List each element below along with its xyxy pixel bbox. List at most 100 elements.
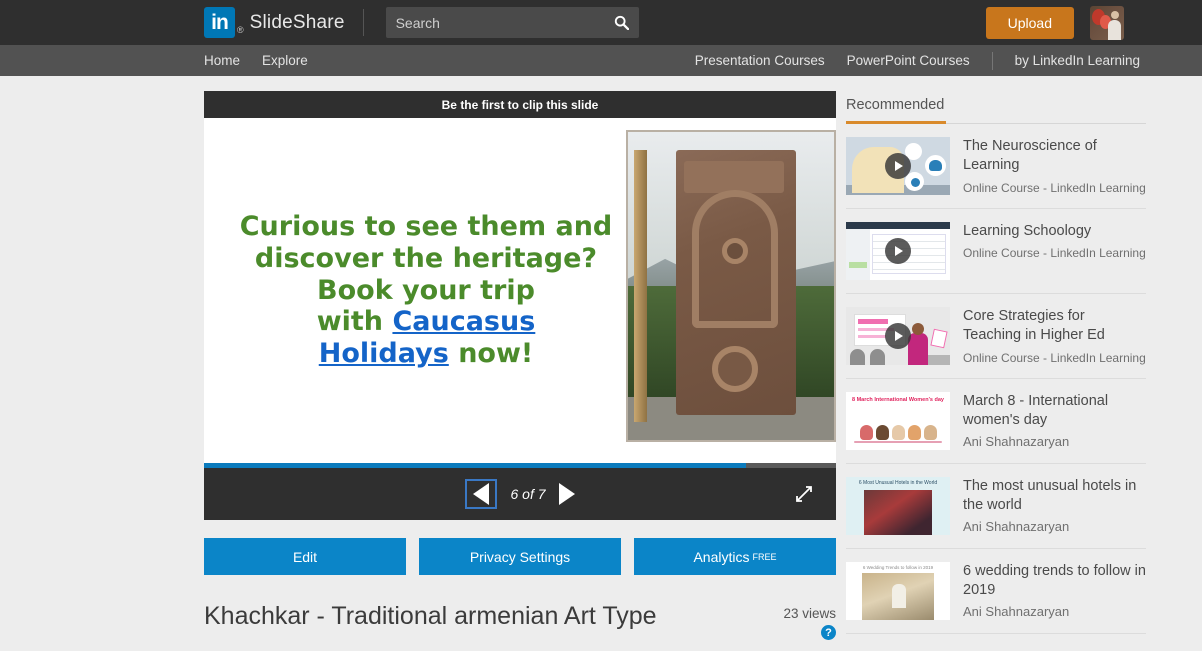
thumbnail-wedding-trends: 6 Wedding Trends to follow in 2019	[846, 562, 950, 620]
slideshare-wordmark[interactable]: SlideShare	[250, 12, 345, 34]
slide-line-5-suffix: now!	[448, 338, 534, 370]
play-triangle	[895, 331, 903, 341]
fullscreen-icon[interactable]	[794, 484, 814, 504]
recommended-sidebar: Recommended The Neuroscience of Learning…	[846, 91, 1146, 640]
nav-divider	[991, 51, 993, 70]
list-item[interactable]: Learning Schoology Online Course - Linke…	[846, 209, 1146, 294]
thumb-caption: 8 March International Women's day	[852, 397, 944, 403]
thumbnail-learning-schoology	[846, 222, 950, 280]
photo-khachkar-stone	[676, 150, 796, 416]
sidebar-tabs: Recommended	[846, 91, 1146, 124]
search-box[interactable]	[385, 7, 639, 38]
play-icon[interactable]	[885, 153, 911, 179]
previous-slide-button[interactable]	[465, 479, 498, 509]
slide-link-holidays[interactable]: Holidays	[319, 338, 449, 369]
list-item-author[interactable]: Ani Shahnazaryan	[963, 519, 1146, 534]
thumbnail-neuroscience-of-learning	[846, 137, 950, 195]
slide-link-caucasus[interactable]: Caucasus	[392, 306, 535, 337]
tab-recommended[interactable]: Recommended	[846, 91, 947, 124]
thumb-art-paper	[930, 328, 948, 349]
list-item-text: Learning Schoology Online Course - Linke…	[963, 222, 1146, 280]
edit-button-label: Edit	[292, 548, 318, 565]
thumb-art-gear-icon	[911, 178, 920, 187]
avatar[interactable]	[1090, 5, 1124, 40]
upload-button[interactable]: Upload	[985, 6, 1074, 39]
list-item-author[interactable]: Ani Shahnazaryan	[963, 434, 1146, 449]
list-item-text: March 8 - International women's day Ani …	[963, 392, 1146, 450]
thumb-art-sidebar	[846, 229, 870, 280]
list-item-title[interactable]: 6 wedding trends to follow in 2019	[963, 562, 1146, 601]
list-item-title[interactable]: Learning Schoology	[963, 222, 1146, 241]
clip-slide-banner[interactable]: Be the first to clip this slide	[204, 91, 836, 118]
list-item[interactable]: 8 March International Women's day March …	[846, 379, 1146, 464]
privacy-settings-button[interactable]: Privacy Settings	[419, 538, 621, 575]
avatar-art-head	[1111, 10, 1119, 19]
analytics-button-label: Analytics	[693, 548, 750, 565]
list-item-title[interactable]: The most unusual hotels in the world	[963, 477, 1146, 516]
slide-player-controls: 6 of 7	[204, 468, 836, 520]
play-triangle	[895, 161, 903, 171]
thumb-art-face-2	[876, 425, 889, 440]
views-area: 23 views ?	[783, 602, 836, 640]
search-icon[interactable]	[614, 15, 629, 30]
analytics-free-badge: FREE	[752, 551, 777, 562]
thumb-art-couple	[892, 584, 906, 608]
nav-item-explore[interactable]: Explore	[262, 53, 308, 68]
list-item[interactable]: 6 Most Unusual Hotels in the World The m…	[846, 464, 1146, 549]
list-item[interactable]: The Neuroscience of Learning Online Cour…	[846, 124, 1146, 209]
analytics-button[interactable]: Analytics FREE	[634, 538, 836, 575]
deck-title-row: Khachkar - Traditional armenian Art Type…	[204, 602, 836, 640]
list-item-title[interactable]: The Neuroscience of Learning	[963, 137, 1146, 176]
nav-item-home[interactable]: Home	[204, 53, 240, 68]
thumb-art-audience-1	[850, 349, 865, 365]
nav-right-group: Presentation Courses PowerPoint Courses …	[695, 51, 1202, 70]
registered-mark: ®	[237, 25, 244, 35]
search-input[interactable]	[395, 14, 614, 31]
thumbnail-unusual-hotels: 6 Most Unusual Hotels in the World	[846, 477, 950, 535]
slide-line-4-prefix: with	[316, 306, 393, 338]
photo-stone-cap	[684, 161, 784, 193]
view-count: 23 views	[783, 606, 836, 621]
slide-counter: 6 of 7	[510, 486, 546, 502]
play-triangle	[895, 246, 903, 256]
nav-item-presentation-courses[interactable]: Presentation Courses	[695, 53, 825, 68]
header-right-actions: Upload	[985, 0, 1202, 45]
thumb-caption: 6 Most Unusual Hotels in the World	[858, 480, 938, 486]
list-item-text: The most unusual hotels in the world Ani…	[963, 477, 1146, 535]
next-slide-button[interactable]	[558, 483, 575, 505]
edit-button[interactable]: Edit	[204, 538, 406, 575]
nav-item-powerpoint-courses[interactable]: PowerPoint Courses	[847, 53, 970, 68]
list-item-title[interactable]: March 8 - International women's day	[963, 392, 1146, 431]
thumb-art-face-1	[860, 425, 873, 440]
list-item-text: 6 wedding trends to follow in 2019 Ani S…	[963, 562, 1146, 620]
help-icon[interactable]: ?	[821, 625, 836, 640]
top-header-bar: in ® SlideShare Upload	[0, 0, 1202, 45]
thumb-art-underline	[854, 441, 942, 443]
privacy-settings-button-label: Privacy Settings	[469, 548, 571, 565]
thumb-art-highlight	[849, 262, 867, 268]
play-icon[interactable]	[885, 323, 911, 349]
thumb-art-photo	[864, 490, 932, 535]
slide-viewer[interactable]: Curious to see them and discover the her…	[204, 118, 836, 463]
list-item[interactable]: 6 Wedding Trends to follow in 2019 6 wed…	[846, 549, 1146, 634]
thumb-art-topbar	[846, 222, 950, 229]
list-item-title[interactable]: Core Strategies for Teaching in Higher E…	[963, 307, 1146, 346]
list-item[interactable]: Core Strategies for Teaching in Higher E…	[846, 294, 1146, 379]
thumb-art-face-5	[924, 425, 937, 440]
slide-text-block: Curious to see them and discover the her…	[204, 211, 622, 370]
play-icon[interactable]	[885, 238, 911, 264]
page-title: Khachkar - Traditional armenian Art Type	[204, 602, 657, 630]
list-item-subtitle: Online Course - LinkedIn Learning	[963, 180, 1146, 195]
nav-left-group: Home Explore	[204, 53, 308, 68]
brand-area[interactable]: in ® SlideShare	[204, 7, 364, 38]
thumb-caption: 6 Wedding Trends to follow in 2019	[862, 565, 934, 570]
list-item-author[interactable]: Ani Shahnazaryan	[963, 604, 1146, 619]
main-column: Be the first to clip this slide Curious …	[204, 91, 836, 640]
khachkar-photo	[626, 130, 836, 442]
slide-line-4: with Caucasus	[230, 306, 622, 338]
linkedin-logo-icon[interactable]: in	[204, 7, 235, 38]
page-body: Be the first to clip this slide Curious …	[0, 76, 1202, 640]
brand-divider	[362, 9, 364, 36]
nav-item-by-linkedin-learning[interactable]: by LinkedIn Learning	[1015, 53, 1140, 68]
list-item-subtitle: Online Course - LinkedIn Learning	[963, 350, 1146, 365]
